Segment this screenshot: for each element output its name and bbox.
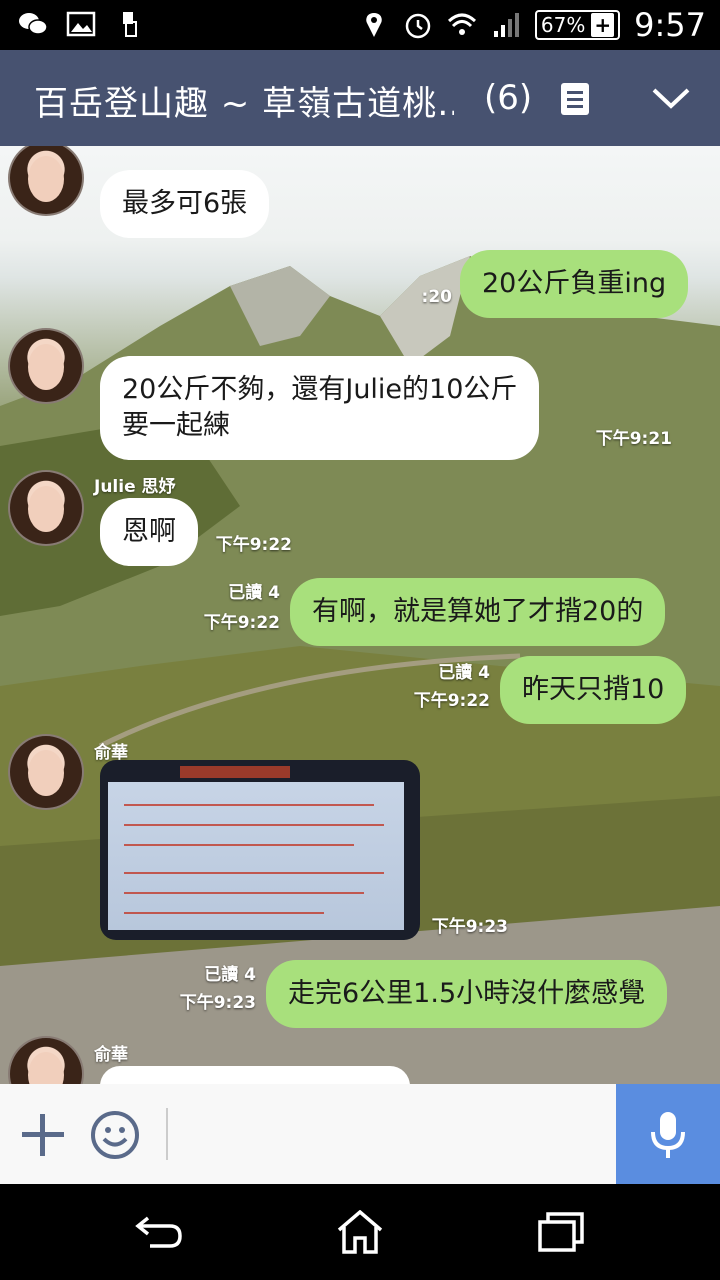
message-time: :20 <box>421 287 452 307</box>
message-bubble[interactable]: 最多可6張 <box>100 170 270 238</box>
microphone-icon <box>651 1112 685 1158</box>
message-input[interactable] <box>180 1104 604 1166</box>
message-time: 下午9:23 <box>431 917 508 937</box>
battery-level: 67% <box>540 13 586 37</box>
message-composer <box>0 1084 720 1184</box>
message-time: 下午9:23 <box>179 993 256 1013</box>
message-bubble[interactable]: 昨天只揹10 <box>500 656 687 724</box>
chat-area[interactable]: 最多可6張 :20 20公斤負重ing 20公斤不夠，還有Julie的10公斤 … <box>0 146 720 1084</box>
chat-title[interactable]: 百岳登山趣 ~ 草嶺古道桃… <box>34 76 454 125</box>
message-bubble[interactable]: 恩啊 <box>100 498 198 566</box>
system-nav-bar <box>0 1184 720 1280</box>
avatar[interactable] <box>8 328 84 404</box>
phone-sync-icon <box>123 12 137 37</box>
avatar[interactable] <box>8 470 84 546</box>
battery-icon: 67% + <box>534 10 621 40</box>
chevron-down-icon[interactable] <box>650 84 692 112</box>
message-time: 下午9:21 <box>595 429 672 449</box>
location-icon <box>366 13 382 37</box>
message-bubble[interactable]: 20公斤不夠，還有Julie的10公斤 要一起練 <box>100 356 540 460</box>
alarm-icon <box>405 13 431 39</box>
read-receipt: 已讀 4 <box>228 583 280 603</box>
chat-header: 百岳登山趣 ~ 草嶺古道桃… (6) <box>0 50 720 146</box>
member-count: (6) <box>484 78 533 118</box>
message-bubble[interactable]: 有啊，就是算她了才揹20的 <box>290 578 666 646</box>
sender-name: Julie 思妤 <box>94 477 176 497</box>
mic-button[interactable] <box>616 1084 720 1184</box>
wifi-icon <box>447 13 476 35</box>
wechat-icon <box>19 13 48 35</box>
emoji-icon[interactable] <box>90 1110 140 1160</box>
gallery-icon <box>66 11 96 37</box>
plus-icon[interactable] <box>22 1114 64 1156</box>
status-bar: 67% + 9:57 <box>0 0 720 50</box>
home-icon[interactable] <box>335 1210 385 1254</box>
message-bubble[interactable]: 20公斤負重ing <box>460 250 689 318</box>
back-icon[interactable] <box>134 1210 184 1254</box>
message-bubble[interactable]: 走完6公里1.5小時沒什麼感覺 <box>266 960 668 1028</box>
clock: 9:57 <box>634 6 706 44</box>
signal-icon <box>493 13 519 37</box>
composer-divider <box>166 1108 168 1160</box>
message-time: 下午9:22 <box>203 613 280 633</box>
recents-icon[interactable] <box>536 1210 586 1254</box>
read-receipt: 已讀 4 <box>204 965 256 985</box>
read-receipt: 已讀 4 <box>438 663 490 683</box>
note-icon[interactable] <box>560 82 590 116</box>
avatar[interactable] <box>8 734 84 810</box>
message-time: 下午9:22 <box>413 691 490 711</box>
image-message[interactable] <box>100 760 420 940</box>
message-time: 下午9:22 <box>215 535 292 555</box>
sender-name: 俞華 <box>94 1045 128 1065</box>
message-bubble[interactable] <box>100 1066 410 1084</box>
